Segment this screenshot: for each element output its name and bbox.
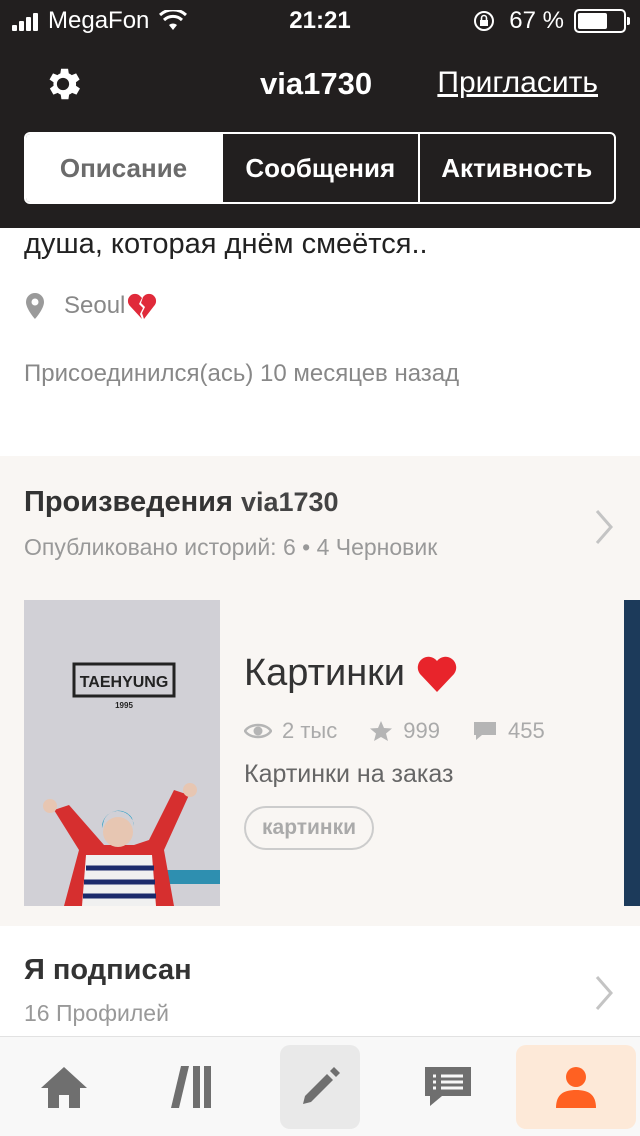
- home-icon: [41, 1067, 87, 1108]
- tab-messages[interactable]: Сообщения: [223, 134, 420, 202]
- chevron-right-icon[interactable]: [594, 508, 614, 546]
- eye-icon: [244, 723, 272, 739]
- story-title-text: Картинки: [244, 652, 406, 694]
- works-heading[interactable]: Произведения via1730: [24, 486, 339, 519]
- following-count: 16 Профилей: [24, 1000, 169, 1026]
- bottom-tab-bar: [0, 1036, 640, 1136]
- story-cover[interactable]: TAEHYUNG 1995: [24, 600, 220, 906]
- invite-link[interactable]: Пригласить: [437, 66, 598, 100]
- red-heart-icon: [417, 656, 457, 692]
- tab-activity[interactable]: Активность: [420, 134, 615, 202]
- story-tag[interactable]: картинки: [244, 806, 375, 850]
- status-bar: MegaFon 21:21 67 %: [0, 0, 640, 42]
- story-reads: 2 тыс: [282, 718, 338, 743]
- cover-title: TAEHYUNG: [80, 674, 169, 691]
- profile-username: via1730: [260, 66, 373, 101]
- write-tab[interactable]: [280, 1045, 360, 1129]
- profile-tabs: Описание Сообщения Активность: [24, 132, 616, 204]
- pencil-icon: [303, 1067, 340, 1104]
- profile-location: Seoul: [24, 292, 157, 320]
- profile-tab[interactable]: [516, 1045, 636, 1129]
- rotation-lock-icon: [474, 11, 495, 31]
- works-section: Произведения via1730 Опубликовано истори…: [0, 456, 640, 926]
- story-title[interactable]: Картинки: [244, 652, 459, 695]
- broken-heart-icon: [128, 293, 157, 319]
- profile-person-icon: [556, 1067, 596, 1108]
- messages-icon: [425, 1067, 471, 1106]
- cover-year: 1995: [115, 701, 133, 710]
- home-tab[interactable]: [14, 1045, 114, 1129]
- joined-date: Присоединился(ась) 10 месяцев назад: [24, 360, 460, 387]
- story-comments: 455: [507, 718, 545, 743]
- battery-percent: 67 %: [509, 7, 564, 34]
- works-heading-label: Произведения: [24, 486, 233, 518]
- works-heading-username: via1730: [240, 487, 339, 517]
- tab-description[interactable]: Описание: [26, 134, 223, 202]
- library-icon: [171, 1066, 211, 1108]
- battery-icon: [574, 9, 630, 33]
- profile-header: MegaFon 21:21 67 % via1730 Пригласить Оп…: [0, 0, 640, 228]
- story-votes: 999: [403, 718, 440, 743]
- cover-image: TAEHYUNG 1995: [24, 600, 220, 906]
- chevron-right-icon[interactable]: [594, 974, 614, 1012]
- comment-icon: [473, 722, 496, 740]
- star-icon: [370, 721, 393, 741]
- profile-bio: душа, которая днём смеётся..: [24, 228, 428, 260]
- story-stats: 2 тыс 999 455: [244, 718, 577, 744]
- location-text: Seoul: [64, 292, 126, 319]
- following-heading[interactable]: Я подписан: [24, 954, 192, 987]
- next-story-cover[interactable]: [624, 600, 640, 906]
- works-summary: Опубликовано историй: 6 • 4 Черновик: [24, 534, 438, 560]
- story-description: Картинки на заказ: [244, 760, 454, 788]
- location-pin-icon: [26, 293, 44, 319]
- settings-gear-icon[interactable]: [42, 63, 84, 105]
- messages-tab[interactable]: [398, 1045, 498, 1129]
- library-tab[interactable]: [142, 1045, 242, 1129]
